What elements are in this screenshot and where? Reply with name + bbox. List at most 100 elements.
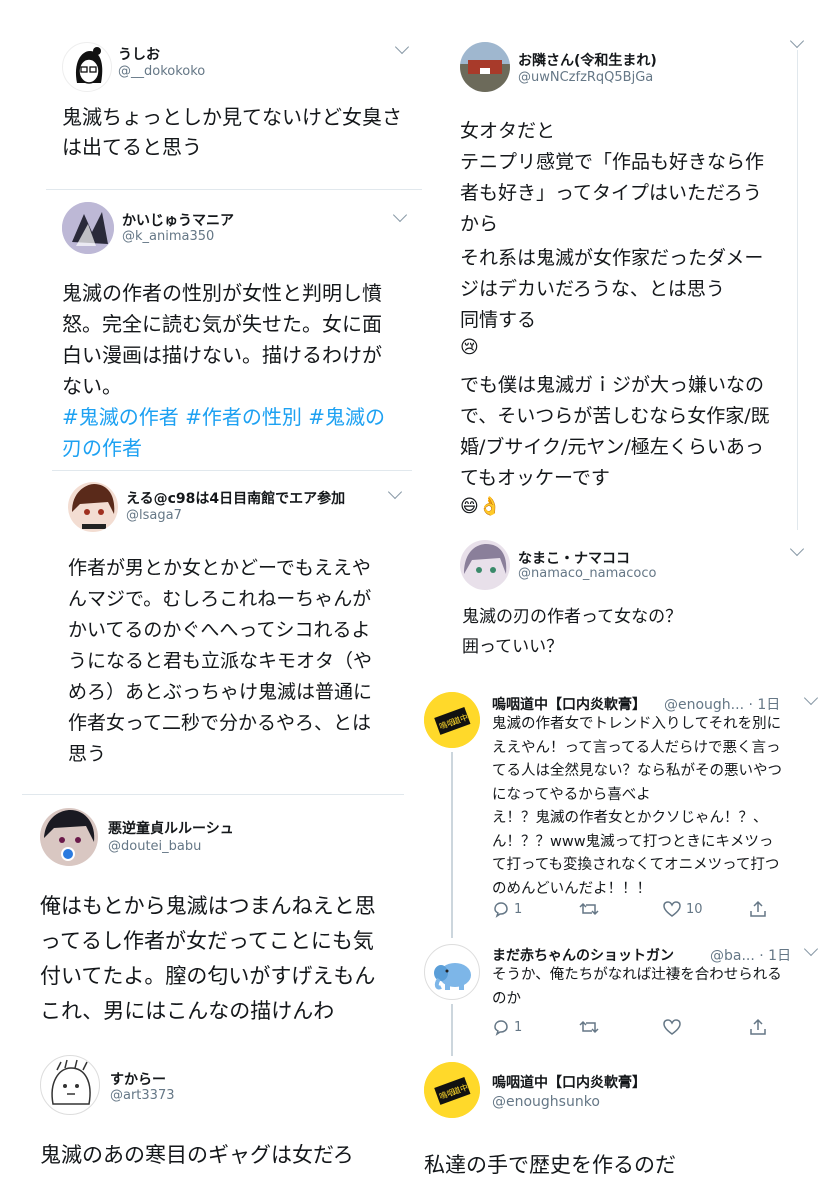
avatar[interactable] [460, 42, 510, 92]
text-line: え！？鬼滅の作者女とかクソじゃん！？、 [492, 810, 768, 826]
display-name[interactable]: まだ赤ちゃんのショットガン [492, 945, 674, 965]
text-line: テニプリ感覚で「作品も好きなら作 [460, 151, 765, 173]
text-line: で、そいつらが苦しむなら女作家/既 [460, 405, 770, 427]
divider [52, 470, 412, 471]
text-line: 女オタだと [460, 120, 556, 142]
share-icon [750, 1018, 766, 1035]
avatar-icon: 嗚咽 道中 [424, 1062, 480, 1118]
share-icon [750, 900, 766, 917]
tweet-text: 鬼滅のあの寒目のギャグは女だろ [40, 1140, 354, 1170]
text-line: これ、男にはこんなの描けんわ [40, 999, 335, 1023]
display-name[interactable]: 悪逆童貞ルルーシュ [108, 818, 234, 838]
avatar[interactable]: 嗚咽 道中 [424, 692, 480, 748]
handle-time[interactable]: @enough... · 1日 [664, 694, 780, 714]
text-line: 付いてたよ。膣の匂いがすげえもん [40, 964, 376, 988]
divider [46, 189, 422, 190]
text-line: 鬼滅ちょっとしか見てないけど女臭さ [62, 105, 402, 129]
text-line: 者も好き」ってタイプはいただろう [460, 182, 762, 204]
text-line: 作者が男とか女とかどーでもええや [68, 557, 371, 579]
heart-icon [663, 1019, 681, 1035]
like-button[interactable] [662, 1018, 682, 1036]
display-name[interactable]: お隣さん(令和生まれ) [518, 50, 657, 70]
text-line: かいてるのかぐへへってシコれるよ [68, 619, 371, 641]
text-line: 婚/ブサイク/元ヤン/極左くらいあっ [460, 436, 764, 458]
tweet-text: 作者が男とか女とかどーでもええや んマジで。むしろこれねーちゃんが かいてるのか… [68, 553, 372, 770]
avatar[interactable] [62, 202, 114, 254]
avatar-icon [51, 1059, 91, 1105]
text-line: 白い漫画は描けない。描けるわけが [62, 343, 382, 367]
thread-line [797, 50, 798, 530]
avatar[interactable] [62, 42, 112, 92]
share-button[interactable] [748, 900, 768, 918]
text-line: 鬼滅の作者の性別が女性と判明し憤 [62, 281, 382, 305]
tweet-text: それ系は鬼滅が女作家だったダメー ジはデカいだろうな、とは思う 同情する [460, 243, 763, 336]
display-name[interactable]: 嗚咽道中【口内炎軟膏】 [492, 1072, 646, 1092]
text-line: になってやるから喜べよ [492, 786, 651, 803]
hashtag-link[interactable]: 刃の作者 [62, 433, 385, 464]
tweet-text: 女オタだと テニプリ感覚で「作品も好きなら作 者も好き」ってタイプはいただろう … [460, 116, 764, 240]
avatar-icon: 嗚咽 道中 [424, 692, 480, 748]
text-line: は出てると思う [62, 135, 202, 159]
text-line: 同情する [460, 309, 537, 331]
tweet-text: そうか、俺たちがなれば辻褄を合わせられる のか [492, 964, 782, 1011]
reply-button[interactable]: 1 [492, 1018, 522, 1036]
chevron-down-icon[interactable] [789, 541, 805, 557]
text-line: のか [492, 990, 521, 1007]
chevron-down-icon[interactable] [392, 207, 408, 223]
chevron-down-icon[interactable] [394, 39, 410, 55]
text-line: 鬼滅の作者女でトレンド入りしてそれを別に [492, 716, 782, 732]
avatar-icon [62, 202, 114, 254]
reply-count: 1 [514, 1019, 523, 1035]
handle[interactable]: @enoughsunko [492, 1094, 600, 1110]
text-line: それ系は鬼滅が女作家だったダメー [460, 247, 764, 269]
text-line: 怒。完全に読む気が失せた。女に面 [62, 312, 382, 336]
text-line: 私達の手で歴史を作るのだ [424, 1153, 676, 1177]
tweet-text: 俺はもとから鬼滅はつまんねえと思 ってるし作者が女だってことにも気 付いてたよ。… [40, 889, 376, 1029]
text-line: て打っても変換されなくてオニメツって打つ [492, 857, 780, 873]
avatar-icon [434, 963, 471, 990]
text-line: から [460, 213, 499, 235]
text-line: てもオッケーです [460, 467, 610, 489]
heart-icon [663, 901, 681, 917]
text-line: ジはデカいだろうな、とは思う [460, 278, 725, 300]
display-name[interactable]: うしお [118, 44, 160, 64]
avatar[interactable] [40, 808, 98, 866]
display-name[interactable]: なまこ・ナマココ [518, 548, 630, 568]
chevron-down-icon[interactable] [803, 941, 819, 957]
like-button[interactable]: 10 [662, 900, 703, 918]
reply-count: 1 [514, 901, 523, 917]
handle[interactable]: @doutei_babu [108, 839, 201, 854]
handle[interactable]: @art3373 [110, 1088, 175, 1103]
avatar[interactable] [460, 540, 510, 590]
hashtag-link[interactable]: #鬼滅の作者 #作者の性別 #鬼滅の [62, 402, 385, 433]
text-line: 鬼滅のあの寒目のギャグは女だろ [40, 1143, 354, 1167]
handle-time[interactable]: @ba... · 1日 [710, 945, 791, 965]
share-button[interactable] [748, 1018, 768, 1036]
avatar[interactable]: 嗚咽 道中 [424, 1062, 480, 1118]
handle[interactable]: @k_anima350 [122, 229, 214, 244]
display-name[interactable]: かいじゅうマニア [122, 210, 234, 230]
text-line: 俺はもとから鬼滅はつまんねえと思 [40, 894, 376, 918]
retweet-button[interactable] [578, 900, 600, 918]
handle[interactable]: @namaco_namacoco [518, 566, 656, 581]
handle[interactable]: @uwNCzfzRqQ5BjGa [518, 70, 653, 85]
display-name[interactable]: すからー [110, 1069, 166, 1089]
handle[interactable]: @lsaga7 [126, 508, 182, 523]
avatar[interactable] [424, 944, 480, 1000]
retweet-button[interactable] [578, 1018, 600, 1036]
text-line: めろ）あとぶっちゃけ鬼滅は普通に [68, 681, 373, 703]
text-line: 囲っていい？ [462, 637, 564, 657]
chevron-down-icon[interactable] [803, 690, 819, 706]
retweet-icon [579, 902, 599, 916]
chevron-down-icon[interactable] [789, 33, 805, 49]
chevron-down-icon[interactable] [387, 484, 403, 500]
handle[interactable]: @__dokokoko [118, 64, 205, 79]
avatar-icon [460, 42, 510, 92]
avatar[interactable] [68, 482, 118, 532]
display-name[interactable]: 嗚咽道中【口内炎軟膏】 [492, 694, 646, 714]
tweet-text: でも僕は鬼滅ガｉジが大っ嫌いなの で、そいつらが苦しむなら女作家/既 婚/ブサイ… [460, 370, 770, 494]
reply-button[interactable]: 1 [492, 900, 522, 918]
display-name[interactable]: える@c98は4日目南館でエア参加 [126, 488, 345, 508]
thread-line [451, 752, 453, 938]
avatar[interactable] [40, 1055, 100, 1115]
